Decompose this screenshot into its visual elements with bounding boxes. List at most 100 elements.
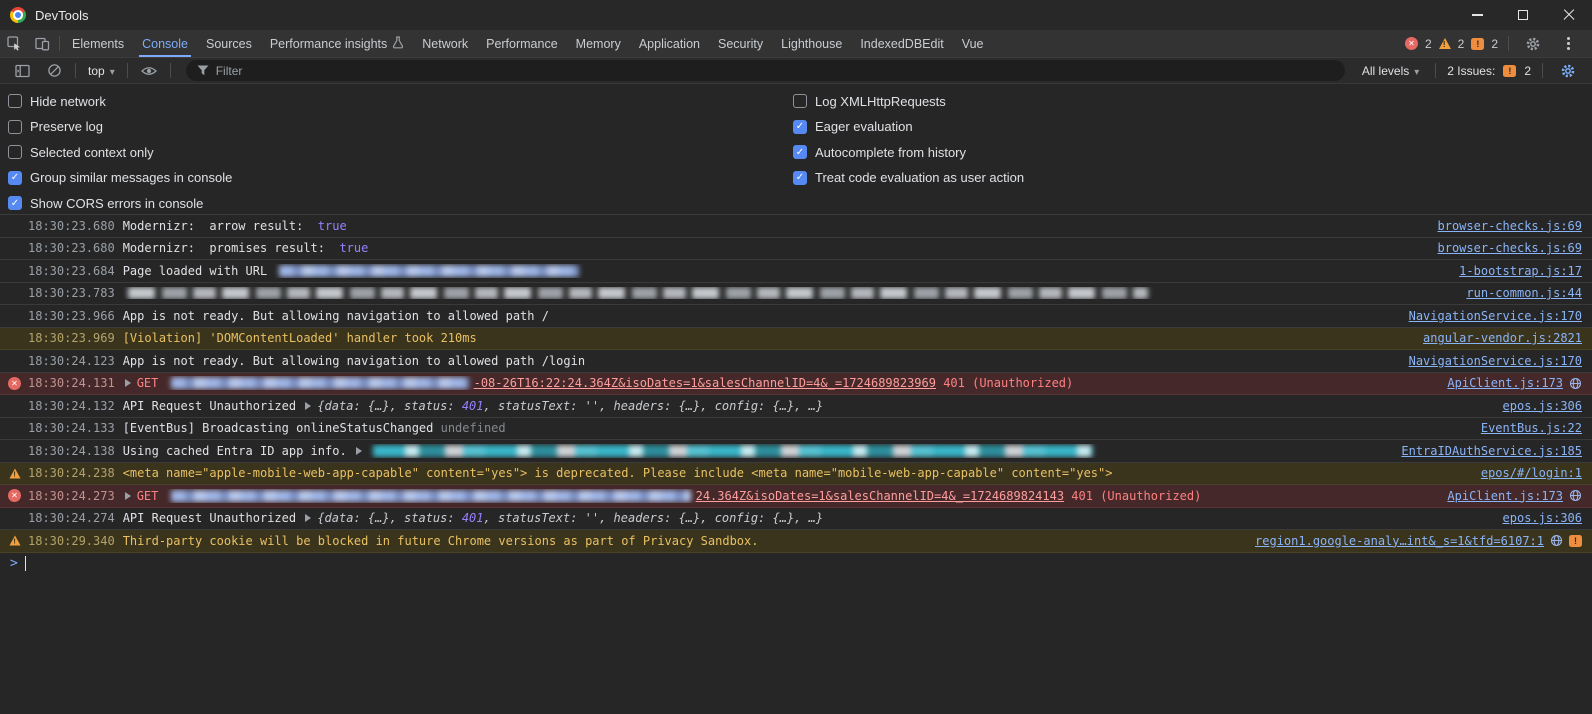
tab-memory[interactable]: Memory xyxy=(567,30,630,57)
log-text: [EventBus] Broadcasting onlineStatusChan… xyxy=(122,421,441,436)
console-settings-button[interactable] xyxy=(1554,63,1582,79)
checkbox-autocomplete-from-history[interactable]: Autocomplete from history xyxy=(793,144,1024,160)
flask-icon xyxy=(392,35,404,52)
inspect-element-button[interactable] xyxy=(0,30,28,57)
checkbox-selected-context-only[interactable]: Selected context only xyxy=(8,144,793,160)
expand-arrow-icon[interactable] xyxy=(124,491,131,500)
log-timestamp: 18:30:23.969 xyxy=(28,331,115,346)
issue-icon[interactable] xyxy=(1569,534,1582,547)
source-link[interactable]: 1-bootstrap.js:17 xyxy=(1459,264,1582,278)
checkbox-label: Autocomplete from history xyxy=(815,144,967,160)
clear-console-button[interactable] xyxy=(40,63,68,78)
source-location: region1.google-analy…int&_s=1&tfd=6107:1 xyxy=(1255,534,1592,548)
warning-count-icon[interactable] xyxy=(1438,38,1451,49)
issues-link-label[interactable]: 2 Issues: xyxy=(1447,64,1495,78)
source-location: epos.js:306 xyxy=(1503,511,1592,525)
close-button[interactable] xyxy=(1546,0,1592,30)
checkbox[interactable] xyxy=(8,170,22,185)
globe-icon[interactable] xyxy=(1569,377,1582,390)
issues-icon[interactable] xyxy=(1503,64,1517,77)
issues-count-icon[interactable] xyxy=(1471,37,1485,50)
tab-lighthouse[interactable]: Lighthouse xyxy=(772,30,851,57)
error-count-icon[interactable] xyxy=(1404,37,1418,50)
expand-arrow-icon[interactable] xyxy=(124,379,131,388)
tab-console[interactable]: Console xyxy=(133,30,197,57)
checkbox-log-xmlhttprequests[interactable]: Log XMLHttpRequests xyxy=(793,93,1024,109)
source-link[interactable]: region1.google-analy…int&_s=1&tfd=6107:1 xyxy=(1255,534,1544,548)
source-link[interactable]: browser-checks.js:69 xyxy=(1438,241,1583,255)
checkbox-label: Log XMLHttpRequests xyxy=(815,93,946,109)
warning-count[interactable]: 2 xyxy=(1458,37,1465,51)
checkbox[interactable] xyxy=(793,145,807,159)
tab-indexeddbedit[interactable]: IndexedDBEdit xyxy=(851,30,952,57)
context-selector[interactable]: top xyxy=(83,64,120,78)
source-link[interactable]: EntraIDAuthService.js:185 xyxy=(1401,444,1582,458)
checkbox[interactable] xyxy=(793,170,807,185)
more-options-button[interactable] xyxy=(1554,37,1582,50)
request-url-link[interactable]: 24.364Z&isoDates=1&salesChannelID=4&_=17… xyxy=(696,489,1064,503)
tab-vue[interactable]: Vue xyxy=(953,30,993,57)
source-link[interactable]: ApiClient.js:173 xyxy=(1447,489,1563,503)
expand-arrow-icon[interactable] xyxy=(305,401,312,410)
minimize-button[interactable] xyxy=(1454,0,1500,30)
checkbox[interactable] xyxy=(793,119,807,134)
source-link[interactable]: run-common.js:44 xyxy=(1466,286,1582,300)
device-toolbar-button[interactable] xyxy=(28,30,56,57)
error-icon xyxy=(8,489,21,503)
tab-label: Performance xyxy=(486,36,558,51)
request-url-link[interactable]: -08-26T16:22:24.364Z&isoDates=1&salesCha… xyxy=(474,376,936,390)
source-link[interactable]: epos/#/login:1 xyxy=(1481,466,1582,480)
tab-security[interactable]: Security xyxy=(709,30,772,57)
log-text: Modernizr: arrow result: xyxy=(122,218,318,233)
error-count[interactable]: 2 xyxy=(1425,37,1432,51)
source-link[interactable]: EventBus.js:22 xyxy=(1481,421,1582,435)
checkbox-treat-code-evaluation-as-user-action[interactable]: Treat code evaluation as user action xyxy=(793,170,1024,186)
globe-icon[interactable] xyxy=(1550,534,1563,547)
checkbox[interactable] xyxy=(793,94,807,108)
log-text: Modernizr: promises result: xyxy=(122,241,340,256)
checkbox-show-cors-errors-in-console[interactable]: Show CORS errors in console xyxy=(8,195,793,211)
tab-network[interactable]: Network xyxy=(413,30,477,57)
checkbox-hide-network[interactable]: Hide network xyxy=(8,93,793,109)
source-link[interactable]: epos.js:306 xyxy=(1503,511,1582,525)
globe-icon[interactable] xyxy=(1569,489,1582,502)
issues-count[interactable]: 2 xyxy=(1491,37,1498,51)
source-location: EntraIDAuthService.js:185 xyxy=(1401,444,1592,458)
settings-button[interactable] xyxy=(1519,36,1547,52)
divider xyxy=(1542,63,1543,78)
issues-link-count[interactable]: 2 xyxy=(1524,64,1531,78)
checkbox-label: Treat code evaluation as user action xyxy=(815,170,1025,185)
filter-field[interactable] xyxy=(185,60,1345,81)
console-sidebar-toggle-button[interactable] xyxy=(8,64,36,78)
checkbox[interactable] xyxy=(8,196,22,210)
filter-input[interactable] xyxy=(215,63,1334,78)
checkbox-preserve-log[interactable]: Preserve log xyxy=(8,119,793,135)
tab-elements[interactable]: Elements xyxy=(63,30,133,57)
console-prompt[interactable]: > xyxy=(0,553,1592,575)
checkbox[interactable] xyxy=(8,94,22,108)
checkbox-eager-evaluation[interactable]: Eager evaluation xyxy=(793,119,1024,135)
tab-application[interactable]: Application xyxy=(630,30,709,57)
log-text: 401 (Unauthorized) xyxy=(935,376,1074,391)
log-text: GET xyxy=(136,488,166,503)
source-link[interactable]: browser-checks.js:69 xyxy=(1438,219,1583,233)
source-link[interactable]: NavigationService.js:170 xyxy=(1409,354,1582,368)
source-link[interactable]: angular-vendor.js:2821 xyxy=(1423,331,1582,345)
checkbox[interactable] xyxy=(8,119,22,134)
log-text: <meta name="apple-mobile-web-app-capable… xyxy=(122,466,1113,481)
checkbox-group-similar-messages-in-console[interactable]: Group similar messages in console xyxy=(8,170,793,186)
checkbox[interactable] xyxy=(8,145,22,159)
tab-sources[interactable]: Sources xyxy=(197,30,261,57)
tab-performance[interactable]: Performance xyxy=(477,30,567,57)
source-link[interactable]: epos.js:306 xyxy=(1503,399,1582,413)
tab-performance-insights[interactable]: Performance insights xyxy=(261,30,413,57)
tab-label: Elements xyxy=(72,36,125,51)
maximize-button[interactable] xyxy=(1500,0,1546,30)
expand-arrow-icon[interactable] xyxy=(355,446,362,455)
source-link[interactable]: ApiClient.js:173 xyxy=(1447,376,1563,390)
source-link[interactable]: NavigationService.js:170 xyxy=(1409,309,1582,323)
log-levels-selector[interactable]: All levels xyxy=(1357,64,1424,78)
expand-arrow-icon[interactable] xyxy=(305,514,312,523)
sidebar-icon xyxy=(14,64,30,77)
live-expression-button[interactable] xyxy=(135,65,163,77)
